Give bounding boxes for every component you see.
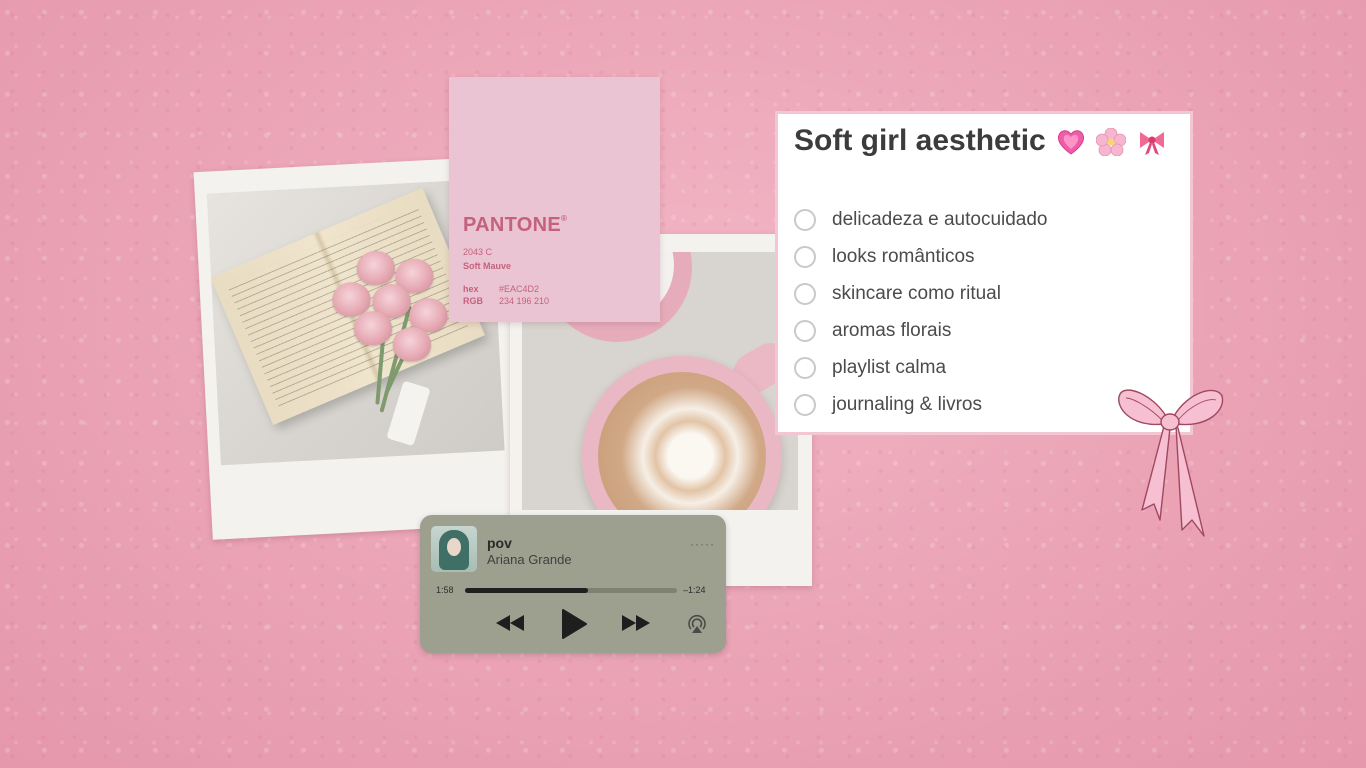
pantone-card: PANTONE® 2043 C Soft Mauve hex #EAC4D2 RG…: [449, 77, 660, 322]
remaining-time: –1:24: [683, 585, 706, 595]
progress-bar[interactable]: [465, 588, 677, 593]
elapsed-time: 1:58: [436, 585, 454, 595]
progress-fill: [465, 588, 588, 593]
pantone-hex-row: hex #EAC4D2: [463, 284, 540, 294]
heart-icon: [1058, 130, 1085, 155]
pantone-color-name: Soft Mauve: [463, 261, 512, 271]
ribbon-icon: [1139, 132, 1164, 156]
checklist-item[interactable]: skincare como ritual: [794, 275, 1048, 312]
checklist-item[interactable]: journaling & livros: [794, 386, 1048, 423]
cherry-blossom-icon: [1096, 128, 1127, 157]
checkbox-circle[interactable]: [794, 393, 816, 416]
rewind-icon[interactable]: [494, 613, 526, 633]
checklist-item[interactable]: aromas florais: [794, 312, 1048, 349]
checkbox-circle[interactable]: [794, 208, 816, 231]
more-options-icon[interactable]: ·····: [690, 537, 715, 551]
checklist-item[interactable]: looks românticos: [794, 238, 1048, 275]
track-artist: Ariana Grande: [487, 552, 572, 567]
checkbox-circle[interactable]: [794, 245, 816, 268]
checkbox-circle[interactable]: [794, 282, 816, 305]
play-icon[interactable]: [560, 608, 588, 640]
track-title: pov: [487, 535, 512, 551]
fast-forward-icon[interactable]: [620, 613, 652, 633]
airplay-icon[interactable]: [686, 613, 708, 635]
pantone-brand: PANTONE®: [463, 214, 568, 236]
checkbox-circle[interactable]: [794, 319, 816, 342]
pantone-code: 2043 C: [463, 247, 493, 257]
checkbox-circle[interactable]: [794, 356, 816, 379]
checklist-title: Soft girl aesthetic: [794, 124, 1167, 158]
pantone-rgb-row: RGB 234 196 210: [463, 296, 550, 306]
music-player: pov Ariana Grande ····· 1:58 –1:24: [420, 515, 726, 653]
checklist-items: delicadeza e autocuidado looks romântico…: [794, 201, 1048, 423]
checklist-item[interactable]: delicadeza e autocuidado: [794, 201, 1048, 238]
album-art: [431, 526, 477, 572]
checklist-item[interactable]: playlist calma: [794, 349, 1048, 386]
bow-icon: [1118, 389, 1224, 537]
